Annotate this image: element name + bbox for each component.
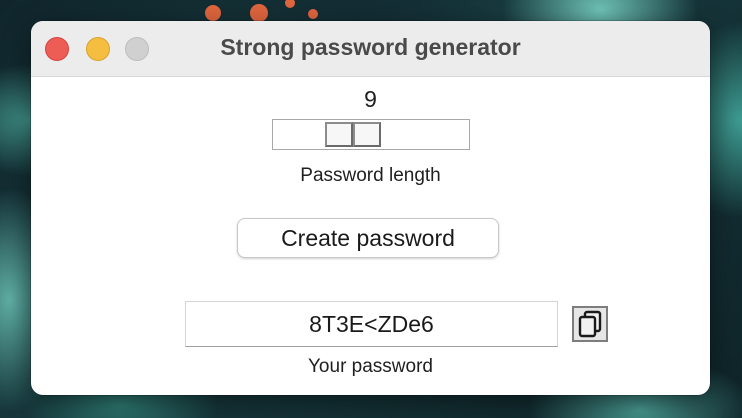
copy-icon	[578, 310, 602, 338]
copy-password-button[interactable]	[572, 306, 608, 342]
slider-thumb-right[interactable]	[353, 122, 381, 147]
title-bar[interactable]: Strong password generator	[31, 21, 710, 77]
password-length-value: 9	[364, 86, 377, 112]
window-content: 9 Password length Create password Your p…	[31, 77, 710, 395]
window-title: Strong password generator	[220, 34, 521, 60]
slider-thumb[interactable]	[325, 122, 381, 147]
slider-thumb-left[interactable]	[325, 122, 353, 147]
create-password-button[interactable]: Create password	[237, 218, 499, 258]
password-length-slider[interactable]	[272, 119, 470, 150]
your-password-label: Your password	[308, 356, 433, 377]
password-length-label: Password length	[300, 165, 441, 186]
wallpaper-dot	[205, 5, 221, 21]
password-output-field[interactable]	[185, 301, 558, 347]
wallpaper-dot	[308, 9, 318, 19]
wallpaper-dot	[285, 0, 295, 8]
app-window: Strong password generator 9 Password len…	[31, 21, 710, 395]
wallpaper-dot	[250, 4, 268, 22]
